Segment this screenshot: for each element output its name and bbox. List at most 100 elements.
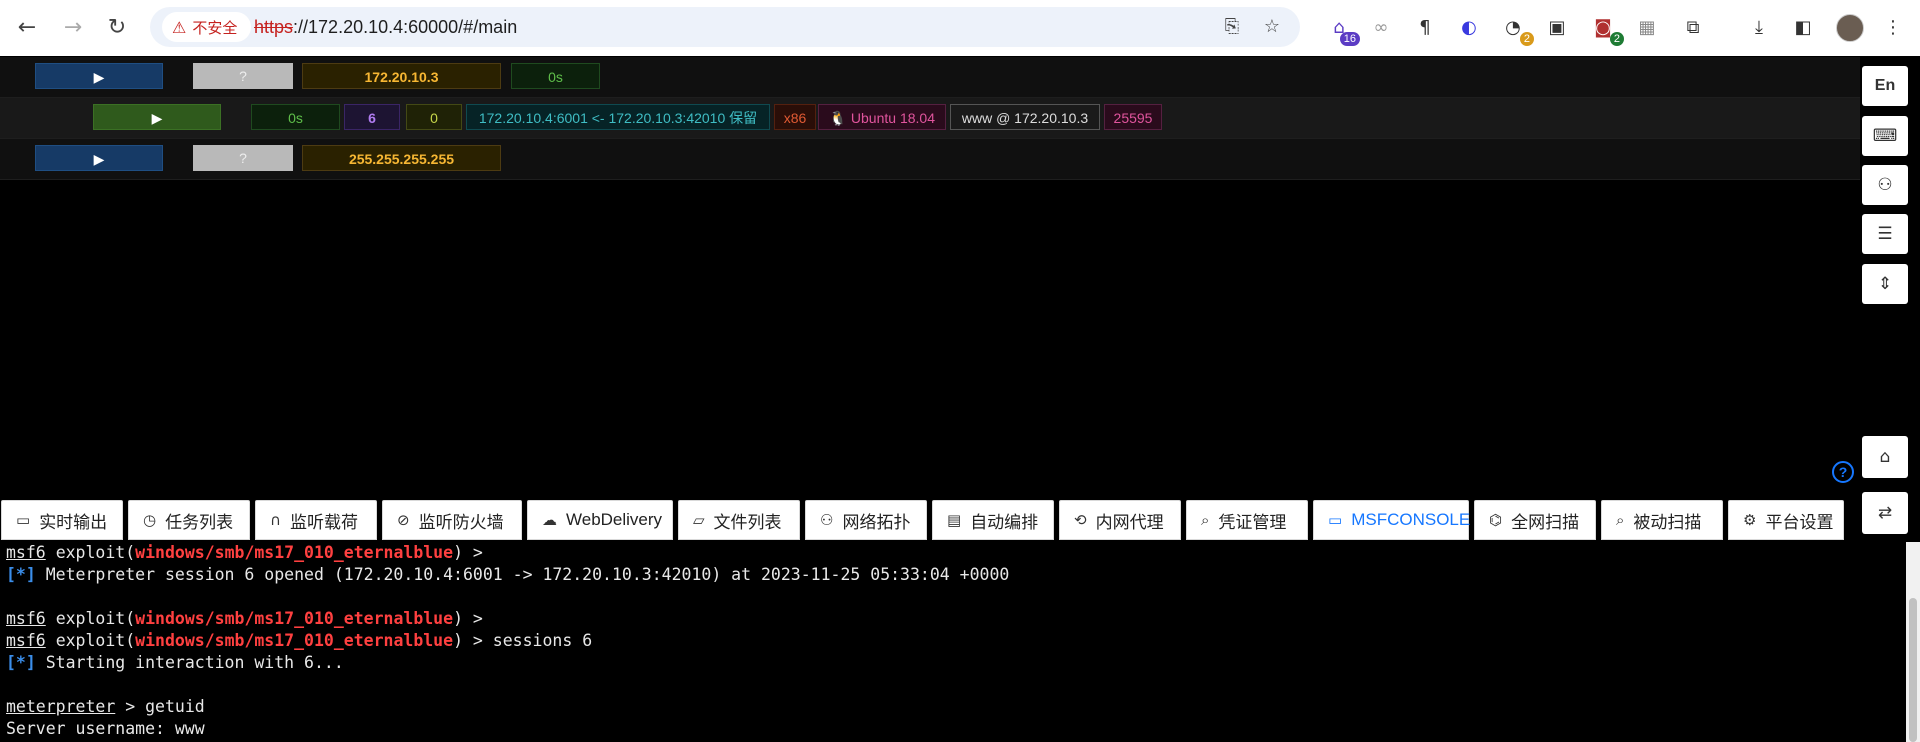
back-icon[interactable]: ← [12,12,42,42]
tab-label: 监听防火墙 [418,512,504,532]
language-button[interactable]: En [1862,66,1908,106]
user-badge: www @ 172.20.10.3 [950,104,1100,130]
factory-icon[interactable]: ⌂ [1862,436,1908,478]
tab-intranet-proxy[interactable]: ⟲ 内网代理 [1059,500,1181,540]
document-icon: ▤ [947,511,962,529]
session-id-badge: 6 [344,104,400,130]
extension-qr-icon[interactable]: ▦ [1634,14,1660,40]
search-icon: ⌕ [1201,511,1210,529]
terminal-line: [*] Starting interaction with 6... [6,653,344,672]
msfconsole-terminal[interactable]: msf6 exploit(windows/smb/ms17_010_eterna… [0,542,1906,742]
time-badge: 0s [251,104,340,130]
extension-badge: 16 [1339,32,1360,46]
url-text[interactable]: https://172.20.10.4:60000/#/main [254,7,517,47]
tab-label: WebDelivery [566,510,663,529]
extension-mask-icon[interactable]: ▣ [1544,14,1570,40]
bookmark-star-icon[interactable]: ☆ [1260,15,1284,39]
monitor-icon: ▭ [16,511,31,529]
reload-icon[interactable]: ↻ [102,12,132,42]
tab-label: 平台设置 [1765,512,1834,532]
tab-bar: ▭ 实时输出 ◷ 任务列表 ∩ 监听载荷 ⊘ 监听防火墙 ☁ WebDelivery ▱ 文… [0,500,1860,540]
clock-icon: ◷ [143,511,157,529]
tab-label: MSFCONSOLE [1351,510,1471,529]
cloud-upload-icon: ☁ [542,511,557,529]
tab-label: 实时输出 [39,512,108,532]
warning-icon: ⚠ [172,17,187,37]
network-topology-icon[interactable]: ⚇ [1862,165,1908,205]
session-row[interactable]: ▶ 0s 6 0 172.20.10.4:6001 <- 172.20.10.3… [0,98,1860,139]
tab-file-list[interactable]: ▱ 文件列表 [678,500,800,540]
tab-auto-orchestration[interactable]: ▤ 自动编排 [932,500,1054,540]
side-panel-icon[interactable]: ◧ [1790,14,1816,40]
extension-badge: 2 [1519,32,1534,46]
connection-badge: 172.20.10.4:6001 <- 172.20.10.3:42010 保留 [466,104,770,130]
profile-avatar[interactable] [1836,14,1864,42]
arch-badge: x86 [774,104,816,130]
terminal-line: msf6 exploit(windows/smb/ms17_010_eterna… [6,543,483,562]
swap-icon[interactable]: ⇄ [1862,492,1908,534]
host-ip[interactable]: 172.20.10.3 [302,63,501,89]
tab-label: 内网代理 [1095,512,1164,532]
tab-webdelivery[interactable]: ☁ WebDelivery [527,500,673,540]
extension-c-icon[interactable]: ◔ 2 [1500,14,1534,46]
tab-label: 被动扫描 [1633,512,1702,532]
align-left-icon[interactable]: ☰ [1862,214,1908,254]
pid-badge: 25595 [1104,104,1162,130]
terminal-line: meterpreter > getuid [6,697,205,716]
tab-full-network-scan[interactable]: ⌬ 全网扫描 [1474,500,1596,540]
terminal-line: Server username: www [6,719,205,738]
extension-rings-icon[interactable]: ∞ [1368,14,1394,40]
folder-icon: ▱ [693,511,705,529]
headphones-icon: ∩ [270,511,281,529]
address-bar[interactable]: ⚠ 不安全 https://172.20.10.4:60000/#/main ⎘… [150,7,1300,47]
tab-listener-payload[interactable]: ∩ 监听载荷 [255,500,377,540]
play-button[interactable]: ▶ [35,63,163,89]
tab-passive-scan[interactable]: ⌕ 被动扫描 [1601,500,1723,540]
forward-icon[interactable]: → [58,12,88,42]
gear-icon: ⚙ [1743,511,1757,529]
tab-listener-firewall[interactable]: ⊘ 监听防火墙 [382,500,522,540]
host-row[interactable]: ▶ ? 172.20.10.3 0s [0,57,1860,98]
host-row[interactable]: ▶ ? 255.255.255.255 [0,139,1860,180]
extension-badge: 2 [1609,32,1624,46]
tab-msfconsole[interactable]: ▭ MSFCONSOLE [1313,500,1471,540]
os-label: Ubuntu 18.04 [850,110,935,126]
security-label: 不安全 [192,19,238,37]
scrollbar-thumb[interactable] [1909,598,1917,742]
extension-house-icon[interactable]: ⌂ 16 [1326,14,1360,46]
split-icon[interactable]: ⇕ [1862,264,1908,304]
topology-icon: ⚇ [820,511,834,529]
extension-box-icon[interactable]: ◙ 2 [1590,14,1624,46]
terminal-icon[interactable]: ⌨ [1862,116,1908,156]
play-button[interactable]: ▶ [93,104,221,130]
translate-icon[interactable]: ⎘ [1220,15,1244,39]
url-scheme: https [254,17,294,37]
download-icon[interactable]: ⤓ [1746,14,1772,40]
tab-label: 自动编排 [970,512,1039,532]
tab-credential-management[interactable]: ⌕ 凭证管理 [1186,500,1308,540]
linux-icon: 🐧 [829,111,851,127]
stop-icon: ⊘ [397,511,410,529]
url-rest: ://172.20.10.4:60000/#/main [293,17,518,37]
tab-realtime-output[interactable]: ▭ 实时输出 [1,500,123,540]
time-badge: 0s [511,63,600,89]
tab-task-list[interactable]: ◷ 任务列表 [128,500,250,540]
terminal-line: msf6 exploit(windows/smb/ms17_010_eterna… [6,631,593,650]
browser-toolbar: ← → ↻ ⚠ 不安全 https://172.20.10.4:60000/#/… [0,0,1920,56]
extension-swirl-icon[interactable]: ◐ [1456,14,1482,40]
extensions-puzzle-icon[interactable]: ⧉ [1680,14,1706,40]
terminal-scrollbar[interactable] [1906,542,1920,742]
tab-label: 文件列表 [713,512,782,532]
host-ip[interactable]: 255.255.255.255 [302,145,501,171]
play-button[interactable]: ▶ [35,145,163,171]
help-icon[interactable]: ? [1832,461,1854,483]
tab-platform-settings[interactable]: ⚙ 平台设置 [1728,500,1844,540]
security-chip[interactable]: ⚠ 不安全 [162,12,252,42]
extension-pilcrow-icon[interactable]: ¶ [1412,14,1438,40]
tab-label: 全网扫描 [1511,512,1580,532]
tab-network-topology[interactable]: ⚇ 网络拓扑 [805,500,927,540]
tab-label: 监听载荷 [289,512,358,532]
browser-menu-icon[interactable]: ⋮ [1880,14,1906,40]
